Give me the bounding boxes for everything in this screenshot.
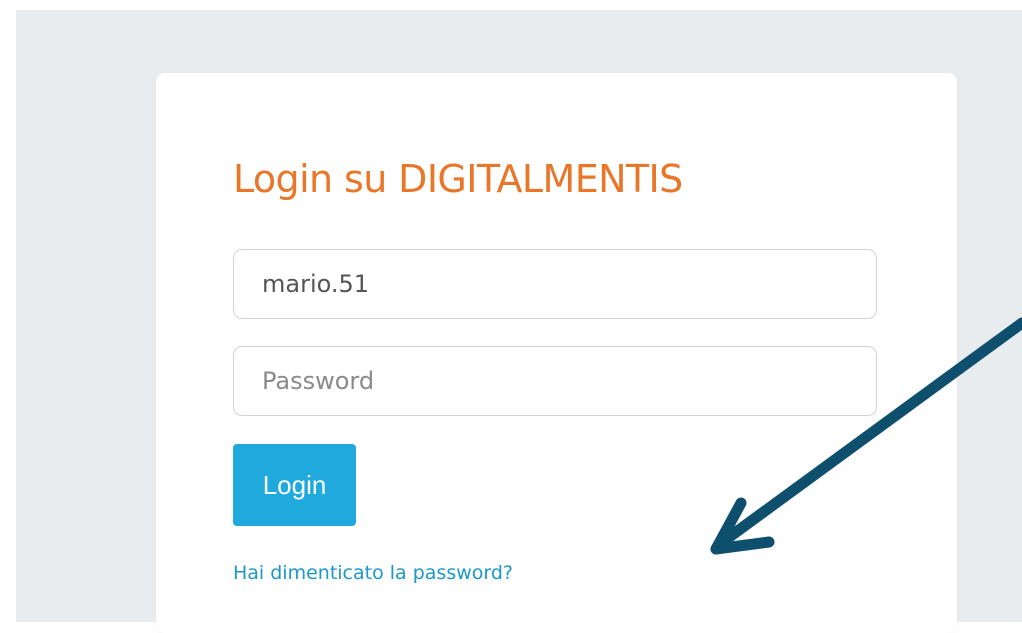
password-input[interactable] — [233, 346, 877, 416]
forgot-password-link[interactable]: Hai dimenticato la password? — [233, 562, 513, 584]
page-title: Login su DIGITALMENTIS — [233, 157, 683, 201]
login-button[interactable]: Login — [233, 444, 356, 526]
username-input[interactable] — [233, 249, 877, 319]
